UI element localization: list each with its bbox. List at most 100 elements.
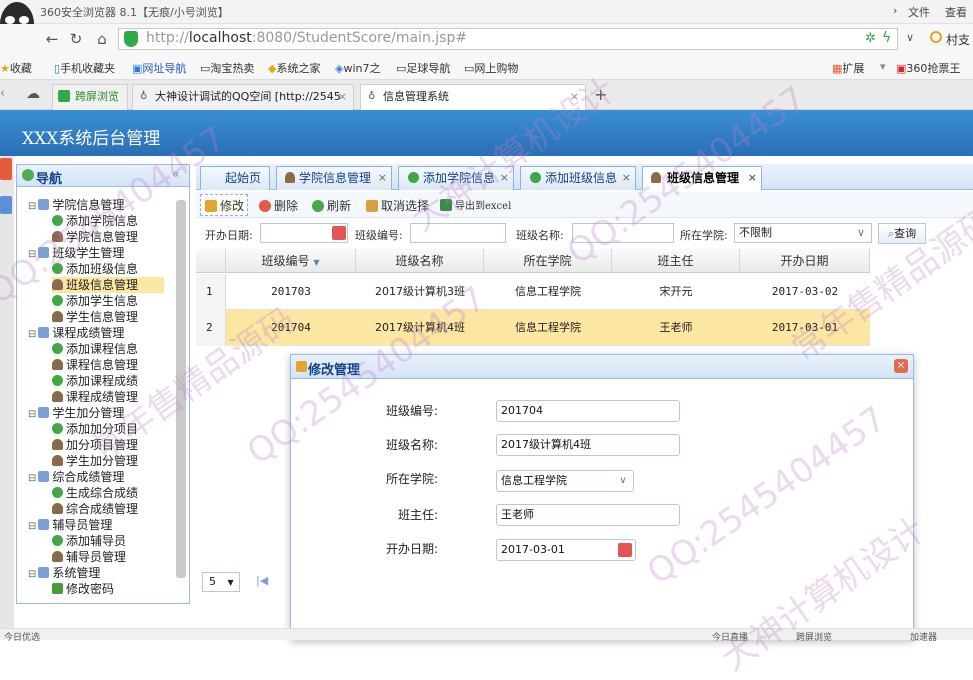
nav-item[interactable]: 综合成绩管理 <box>52 501 138 517</box>
settings-icon[interactable]: ✲ <box>865 31 876 46</box>
refresh-icon[interactable]: ↻ <box>66 29 86 49</box>
delete-button[interactable]: 删除 <box>259 197 298 214</box>
nav-item[interactable]: 加分项目管理 <box>52 437 138 453</box>
nav-item[interactable]: 修改密码 <box>52 581 114 597</box>
tab-scroll-icon[interactable]: ‹ <box>0 86 5 101</box>
nav-item[interactable]: 添加学院信息 <box>52 213 138 229</box>
grid-header-college[interactable]: 所在学院 <box>484 249 612 273</box>
status-left[interactable]: 今日优选 <box>4 630 40 643</box>
table-cell[interactable]: 2017级计算机4班 <box>356 310 484 346</box>
table-cell[interactable]: 2017级计算机3班 <box>356 274 484 310</box>
bookmark-nav[interactable]: ▣网址导航 <box>132 60 186 76</box>
grid-header-teacher[interactable]: 班主任 <box>612 249 740 273</box>
nav-item[interactable]: 添加加分项目 <box>52 421 138 437</box>
grid-header-name[interactable]: 班级名称 <box>356 249 484 273</box>
field-code-input[interactable]: 201704 <box>496 400 680 422</box>
status-cross[interactable]: 跨屏浏览 <box>796 630 832 643</box>
tree-toggle-icon[interactable]: ⊟ <box>28 249 36 260</box>
nav-item[interactable]: 添加学生信息 <box>52 293 138 309</box>
nav-item[interactable]: 生成综合成绩 <box>52 485 138 501</box>
tree-toggle-icon[interactable]: ⊟ <box>28 409 36 420</box>
field-name-input[interactable]: 2017级计算机4班 <box>496 434 680 456</box>
bookmark-win7[interactable]: ◈win7之 <box>335 60 381 76</box>
nav-item[interactable]: 辅导员管理 <box>52 549 126 565</box>
browser-tab-qq[interactable]: 大神设计调试的QQ空间 [http://2545 × <box>132 84 354 110</box>
table-cell[interactable]: 2017-03-01 <box>740 310 870 346</box>
field-teacher-input[interactable]: 王老师 <box>496 504 680 526</box>
status-live[interactable]: 今日直播 <box>712 630 748 643</box>
edit-button[interactable]: 修改 <box>205 197 244 214</box>
nav-item[interactable]: 班级信息管理 <box>52 277 164 293</box>
close-dialog-button[interactable]: × <box>894 359 908 373</box>
first-page-button[interactable]: |◀ <box>256 574 268 587</box>
cloud-icon[interactable]: ☁ <box>26 86 40 102</box>
cancel-select-button[interactable]: 取消选择 <box>366 197 429 214</box>
search-hint[interactable]: 村支 <box>946 31 970 48</box>
table-cell[interactable]: 信息工程学院 <box>484 274 612 310</box>
nav-item[interactable]: ⊟ 综合成绩管理 <box>28 469 124 485</box>
browser-tab-active[interactable]: 信息管理系统 × <box>360 84 586 110</box>
page-size-select[interactable]: 5 ▼ <box>202 572 240 592</box>
calendar-icon[interactable] <box>618 543 632 557</box>
bookmark-xitong[interactable]: ◆系统之家 <box>268 60 320 76</box>
nav-item[interactable]: ⊟ 班级学生管理 <box>28 245 124 261</box>
field-date-input[interactable]: 2017-03-01 <box>496 539 636 561</box>
bookmark-mobile[interactable]: ▯手机收藏夹 <box>54 60 115 76</box>
bookmark-football[interactable]: ▭足球导航 <box>396 60 450 76</box>
chevron-down-icon[interactable]: ∨ <box>614 472 632 490</box>
nav-item[interactable]: 学生加分管理 <box>52 453 138 469</box>
bookmark-taobao[interactable]: ▭淘宝热卖 <box>200 60 254 76</box>
calendar-icon[interactable] <box>332 226 346 240</box>
tree-toggle-icon[interactable]: ⊟ <box>28 201 36 212</box>
nav-item[interactable]: 添加班级信息 <box>52 261 138 277</box>
chevron-down-icon[interactable]: ▾ <box>880 60 886 73</box>
bookmark-shopping[interactable]: ▭网上购物 <box>464 60 518 76</box>
search-code-input[interactable] <box>410 223 506 243</box>
nav-item[interactable]: 添加课程成绩 <box>52 373 138 389</box>
lightning-icon[interactable]: ϟ <box>882 30 891 46</box>
table-cell[interactable]: 宋开元 <box>612 274 740 310</box>
nav-item[interactable]: 课程成绩管理 <box>52 389 138 405</box>
nav-item[interactable]: ⊟ 辅导员管理 <box>28 517 112 533</box>
tree-toggle-icon[interactable]: ⊟ <box>28 569 36 580</box>
grid-header-code[interactable]: 班级编号 ▼ <box>226 249 356 273</box>
status-accel[interactable]: 加速器 <box>910 630 937 643</box>
nav-item[interactable]: 学生信息管理 <box>52 309 138 325</box>
table-cell[interactable]: 201704 <box>226 310 356 346</box>
chevron-down-icon[interactable]: ∨ <box>906 31 914 44</box>
nav-item[interactable]: 学院信息管理 <box>52 229 138 245</box>
search-icon[interactable] <box>930 31 942 43</box>
search-name-input[interactable] <box>572 223 674 243</box>
nav-item[interactable]: ⊟ 学生加分管理 <box>28 405 124 421</box>
new-tab-button[interactable]: + <box>594 85 607 104</box>
home-icon[interactable]: ⌂ <box>92 29 112 49</box>
nav-item[interactable]: 课程信息管理 <box>52 357 138 373</box>
export-excel-button[interactable]: 导出到excel <box>440 197 511 212</box>
bookmark-favorites[interactable]: ★收藏 <box>0 60 32 76</box>
collapse-nav-button[interactable]: « <box>172 167 179 181</box>
tree-toggle-icon[interactable]: ⊟ <box>28 329 36 340</box>
table-cell[interactable]: 信息工程学院 <box>484 310 612 346</box>
nav-item[interactable]: 添加辅导员 <box>52 533 126 549</box>
menu-file[interactable]: 文件 <box>908 4 930 20</box>
back-arrow-icon[interactable]: ← <box>42 29 62 49</box>
bookmark-extensions[interactable]: ▦扩展 <box>832 60 864 76</box>
chevron-right-icon[interactable]: › <box>893 4 897 17</box>
side-s-icon[interactable] <box>0 158 12 180</box>
tree-toggle-icon[interactable]: ⊟ <box>28 473 36 484</box>
menu-view[interactable]: 查看 <box>945 4 967 20</box>
table-cell[interactable]: 201703 <box>226 274 356 310</box>
grid-header-date[interactable]: 开办日期 <box>740 249 870 273</box>
tab-home[interactable]: 起始页 <box>200 166 270 190</box>
url-text[interactable]: http://localhost:8080/StudentScore/main.… <box>146 30 467 46</box>
tree-toggle-icon[interactable]: ⊟ <box>28 521 36 532</box>
chevron-down-icon[interactable]: ∨ <box>852 224 870 242</box>
nav-item[interactable]: 添加课程信息 <box>52 341 138 357</box>
bookmark-tickets[interactable]: ▣360抢票王 <box>896 60 960 76</box>
nav-item[interactable]: ⊟ 学院信息管理 <box>28 197 124 213</box>
nav-item[interactable]: ⊟ 课程成绩管理 <box>28 325 124 341</box>
nav-scrollbar[interactable] <box>176 200 186 578</box>
nav-item[interactable]: ⊟ 系统管理 <box>28 565 100 581</box>
query-button[interactable]: ⌕查询 <box>878 223 926 244</box>
table-cell[interactable]: 王老师 <box>612 310 740 346</box>
